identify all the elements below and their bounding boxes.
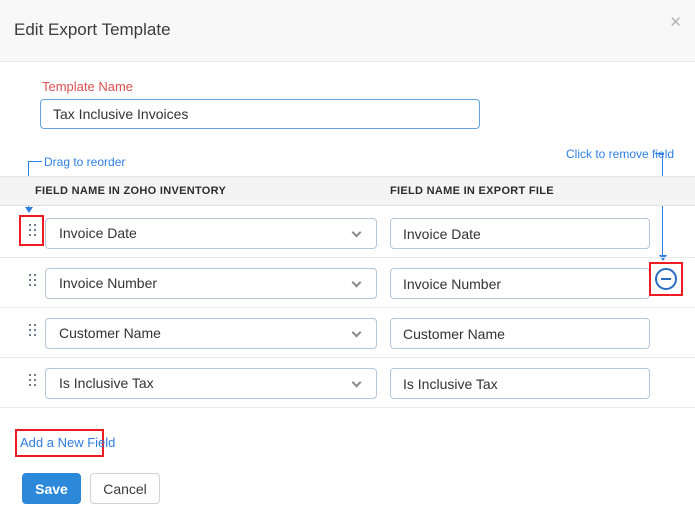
field-select-value: Is Inclusive Tax (59, 375, 154, 391)
row-divider (0, 357, 695, 358)
drag-annotation-connector (29, 161, 42, 162)
field-select-row-3[interactable]: Customer Name (45, 318, 377, 349)
click-to-remove-annotation: Click to remove field (566, 147, 674, 161)
drag-handle-icon[interactable] (29, 224, 37, 237)
save-button[interactable]: Save (22, 473, 81, 504)
field-select-row-4[interactable]: Is Inclusive Tax (45, 368, 377, 399)
chevron-down-icon (352, 278, 362, 288)
export-field-input-row-4[interactable] (390, 368, 650, 399)
chevron-down-icon (352, 328, 362, 338)
arrow-down-icon (25, 207, 33, 213)
close-icon[interactable]: ✕ (669, 15, 682, 30)
field-select-row-2[interactable]: Invoice Number (45, 268, 377, 299)
export-field-input-row-3[interactable] (390, 318, 650, 349)
minus-icon (661, 278, 671, 280)
cancel-button[interactable]: Cancel (90, 473, 160, 504)
dialog-header: Edit Export Template ✕ (0, 0, 695, 62)
chevron-down-icon (352, 378, 362, 388)
drag-handle-icon[interactable] (29, 274, 37, 287)
template-name-input[interactable] (40, 99, 480, 129)
add-new-field-link[interactable]: Add a New Field (20, 435, 115, 450)
export-field-input-row-1[interactable] (390, 218, 650, 249)
arrow-down-icon (659, 255, 667, 261)
field-select-row-1[interactable]: Invoice Date (45, 218, 377, 249)
column-header-zoho-field: FIELD NAME IN ZOHO INVENTORY (35, 177, 226, 205)
column-header-export-field: FIELD NAME IN EXPORT FILE (390, 177, 554, 205)
template-name-label: Template Name (42, 79, 133, 94)
field-select-value: Invoice Number (59, 275, 157, 291)
chevron-down-icon (352, 228, 362, 238)
row-divider (0, 257, 695, 258)
drag-handle-icon[interactable] (29, 374, 37, 387)
drag-handle-icon[interactable] (29, 324, 37, 337)
row-divider (0, 307, 695, 308)
field-select-value: Customer Name (59, 325, 161, 341)
drag-to-reorder-annotation: Drag to reorder (44, 155, 125, 169)
dialog-title: Edit Export Template (14, 20, 171, 40)
table-bottom-divider (0, 407, 695, 408)
export-field-input-row-2[interactable] (390, 268, 650, 299)
edit-export-template-dialog: Edit Export Template ✕ Template Name Dra… (0, 0, 695, 523)
field-select-value: Invoice Date (59, 225, 137, 241)
table-header-row: FIELD NAME IN ZOHO INVENTORY FIELD NAME … (0, 176, 695, 206)
remove-field-button[interactable] (655, 268, 677, 290)
